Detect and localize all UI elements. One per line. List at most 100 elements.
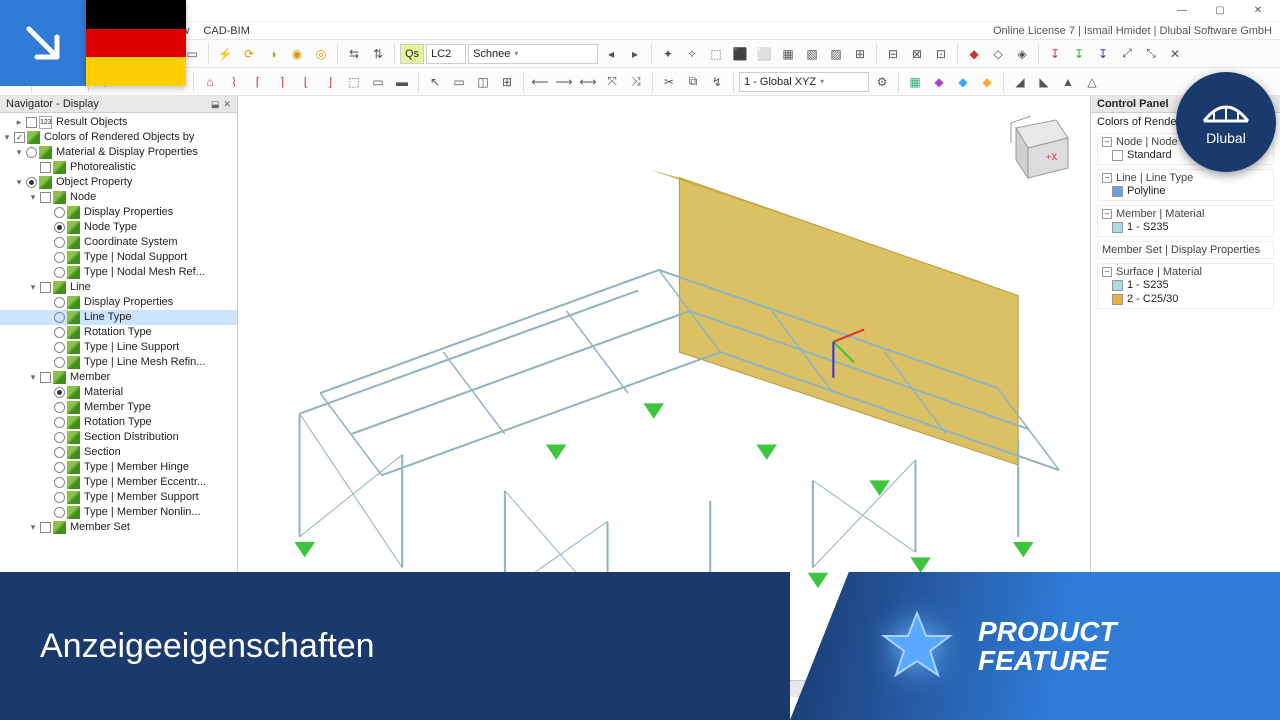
tb-icon[interactable]: ◆ — [952, 71, 974, 93]
tb-icon[interactable]: ⤨ — [625, 71, 647, 93]
tb-icon[interactable]: ◎ — [310, 43, 332, 65]
tb-icon[interactable]: ▭ — [448, 71, 470, 93]
tb-prev-icon[interactable]: ◂ — [600, 43, 622, 65]
minimize-button[interactable]: — — [1164, 1, 1200, 21]
tb-icon[interactable]: ⟳ — [238, 43, 260, 65]
cp-group-memberset[interactable]: Member Set | Display Properties — [1102, 244, 1260, 256]
loadcase-number[interactable]: LC2 — [426, 44, 466, 64]
tb-icon[interactable]: ◑ — [262, 43, 284, 65]
tree-item[interactable]: Display Properties — [82, 205, 173, 220]
tb-icon[interactable]: △ — [1081, 71, 1103, 93]
tb-icon[interactable]: ⚙ — [871, 71, 893, 93]
tb-icon[interactable]: ▧ — [801, 43, 823, 65]
tb-icon[interactable]: ⤢ — [1116, 43, 1138, 65]
loadcase-name[interactable]: Schnee▾ — [468, 44, 598, 64]
tb-icon[interactable]: ◆ — [963, 43, 985, 65]
tb-icon[interactable]: ▦ — [777, 43, 799, 65]
tree-item[interactable]: Member — [68, 370, 110, 385]
tb-icon[interactable]: ⌉ — [271, 71, 293, 93]
tree-item[interactable]: Material — [82, 385, 123, 400]
tb-axis-x-icon[interactable]: ↧ — [1044, 43, 1066, 65]
tb-icon[interactable]: ⬛ — [729, 43, 751, 65]
tb-frame-icon[interactable]: ⌂ — [199, 71, 221, 93]
tree-item[interactable]: Display Properties — [82, 295, 173, 310]
tb-icon[interactable]: ⌈ — [247, 71, 269, 93]
tree-item[interactable]: Type | Line Mesh Refin... — [82, 355, 205, 370]
tb-axis-y-icon[interactable]: ↧ — [1068, 43, 1090, 65]
tree-item[interactable]: Type | Member Eccentr... — [82, 475, 206, 490]
tb-icon[interactable]: ◇ — [987, 43, 1009, 65]
tb-icon[interactable]: ⇆ — [343, 43, 365, 65]
tree-item[interactable]: Type | Member Hinge — [82, 460, 189, 475]
tb-icon[interactable]: ✕ — [1164, 43, 1186, 65]
pin-icon[interactable]: ⬓ — [211, 99, 220, 110]
tree-item[interactable]: Member Type — [82, 400, 151, 415]
tb-icon[interactable]: ⌊ — [295, 71, 317, 93]
tb-icon[interactable]: ⊞ — [496, 71, 518, 93]
tb-icon[interactable]: ◣ — [1033, 71, 1055, 93]
tb-show-icon[interactable]: ⚡ — [214, 43, 236, 65]
tb-icon[interactable]: ⟵ — [529, 71, 551, 93]
tb-icon[interactable]: ⌇ — [223, 71, 245, 93]
tb-icon[interactable]: ⊡ — [930, 43, 952, 65]
tb-icon[interactable]: ◉ — [286, 43, 308, 65]
cp-group-surface[interactable]: Surface | Material — [1116, 266, 1202, 278]
tree-item[interactable]: Type | Nodal Support — [82, 250, 187, 265]
tb-icon[interactable]: ◆ — [976, 71, 998, 93]
tb-icon[interactable]: ⤡ — [1140, 43, 1162, 65]
tb-icon[interactable]: ⤧ — [601, 71, 623, 93]
tb-icon[interactable]: ⌋ — [319, 71, 341, 93]
tb-icon[interactable]: ⇅ — [367, 43, 389, 65]
tree-item[interactable]: Member Set — [68, 520, 130, 535]
tb-icon[interactable]: ✧ — [681, 43, 703, 65]
tree-item[interactable]: Section — [82, 445, 121, 460]
tb-icon[interactable]: ⬚ — [705, 43, 727, 65]
tb-icon[interactable]: ◫ — [472, 71, 494, 93]
tree-item[interactable]: Photorealistic — [68, 160, 136, 175]
tb-icon[interactable]: ◢ — [1009, 71, 1031, 93]
tree-item[interactable]: Type | Line Support — [82, 340, 179, 355]
tb-icon[interactable]: ⊞ — [849, 43, 871, 65]
loadcase-code[interactable]: Qs — [400, 44, 424, 64]
tree-item[interactable]: Object Property — [54, 175, 132, 190]
tb-cursor-icon[interactable]: ↖ — [424, 71, 446, 93]
tb-grid-icon[interactable]: ▦ — [904, 71, 926, 93]
cp-group-member[interactable]: Member | Material — [1116, 208, 1204, 220]
tb-icon[interactable]: ▬ — [391, 71, 413, 93]
maximize-button[interactable]: ▢ — [1202, 1, 1238, 21]
tree-item[interactable]: Node — [68, 190, 96, 205]
close-panel-icon[interactable]: ✕ — [223, 99, 231, 110]
tree-item[interactable]: Material & Display Properties — [54, 145, 198, 160]
tb-icon[interactable]: ⊟ — [882, 43, 904, 65]
tb-icon[interactable]: ◆ — [928, 71, 950, 93]
tb-icon[interactable]: ⟶ — [553, 71, 575, 93]
tree-item[interactable]: Line — [68, 280, 91, 295]
coord-system-select[interactable]: 1 - Global XYZ▾ — [739, 72, 869, 92]
tree-item[interactable]: Node Type — [82, 220, 137, 235]
tb-axis-z-icon[interactable]: ↧ — [1092, 43, 1114, 65]
tree-item[interactable]: Result Objects — [54, 115, 128, 130]
tree-item[interactable]: Colors of Rendered Objects by — [42, 130, 194, 145]
tb-next-icon[interactable]: ▸ — [624, 43, 646, 65]
tree-item[interactable]: Coordinate System — [82, 235, 178, 250]
tree-item[interactable]: Section Distribution — [82, 430, 179, 445]
tb-icon[interactable]: ↯ — [706, 71, 728, 93]
close-button[interactable]: ✕ — [1240, 1, 1276, 21]
cp-group-line[interactable]: Line | Line Type — [1116, 172, 1193, 184]
tb-icon[interactable]: ⬜ — [753, 43, 775, 65]
tb-icon[interactable]: ▨ — [825, 43, 847, 65]
menu-cadbim[interactable]: CAD-BIM — [203, 25, 249, 37]
tree-item[interactable]: Type | Member Nonlin... — [82, 505, 201, 520]
tree-item[interactable]: Type | Member Support — [82, 490, 199, 505]
tree-item[interactable]: Rotation Type — [82, 325, 152, 340]
tree-item[interactable]: Rotation Type — [82, 415, 152, 430]
tb-icon[interactable]: ⊠ — [906, 43, 928, 65]
tree-item[interactable]: Type | Nodal Mesh Ref... — [82, 265, 205, 280]
tb-icon[interactable]: ▭ — [367, 71, 389, 93]
tb-icon[interactable]: ⟷ — [577, 71, 599, 93]
tb-icon[interactable]: ✂ — [658, 71, 680, 93]
navigation-cube[interactable]: +X — [996, 108, 1076, 188]
tb-icon[interactable]: ✦ — [657, 43, 679, 65]
tb-icon[interactable]: ◈ — [1011, 43, 1033, 65]
tb-icon[interactable]: ⧉ — [682, 71, 704, 93]
